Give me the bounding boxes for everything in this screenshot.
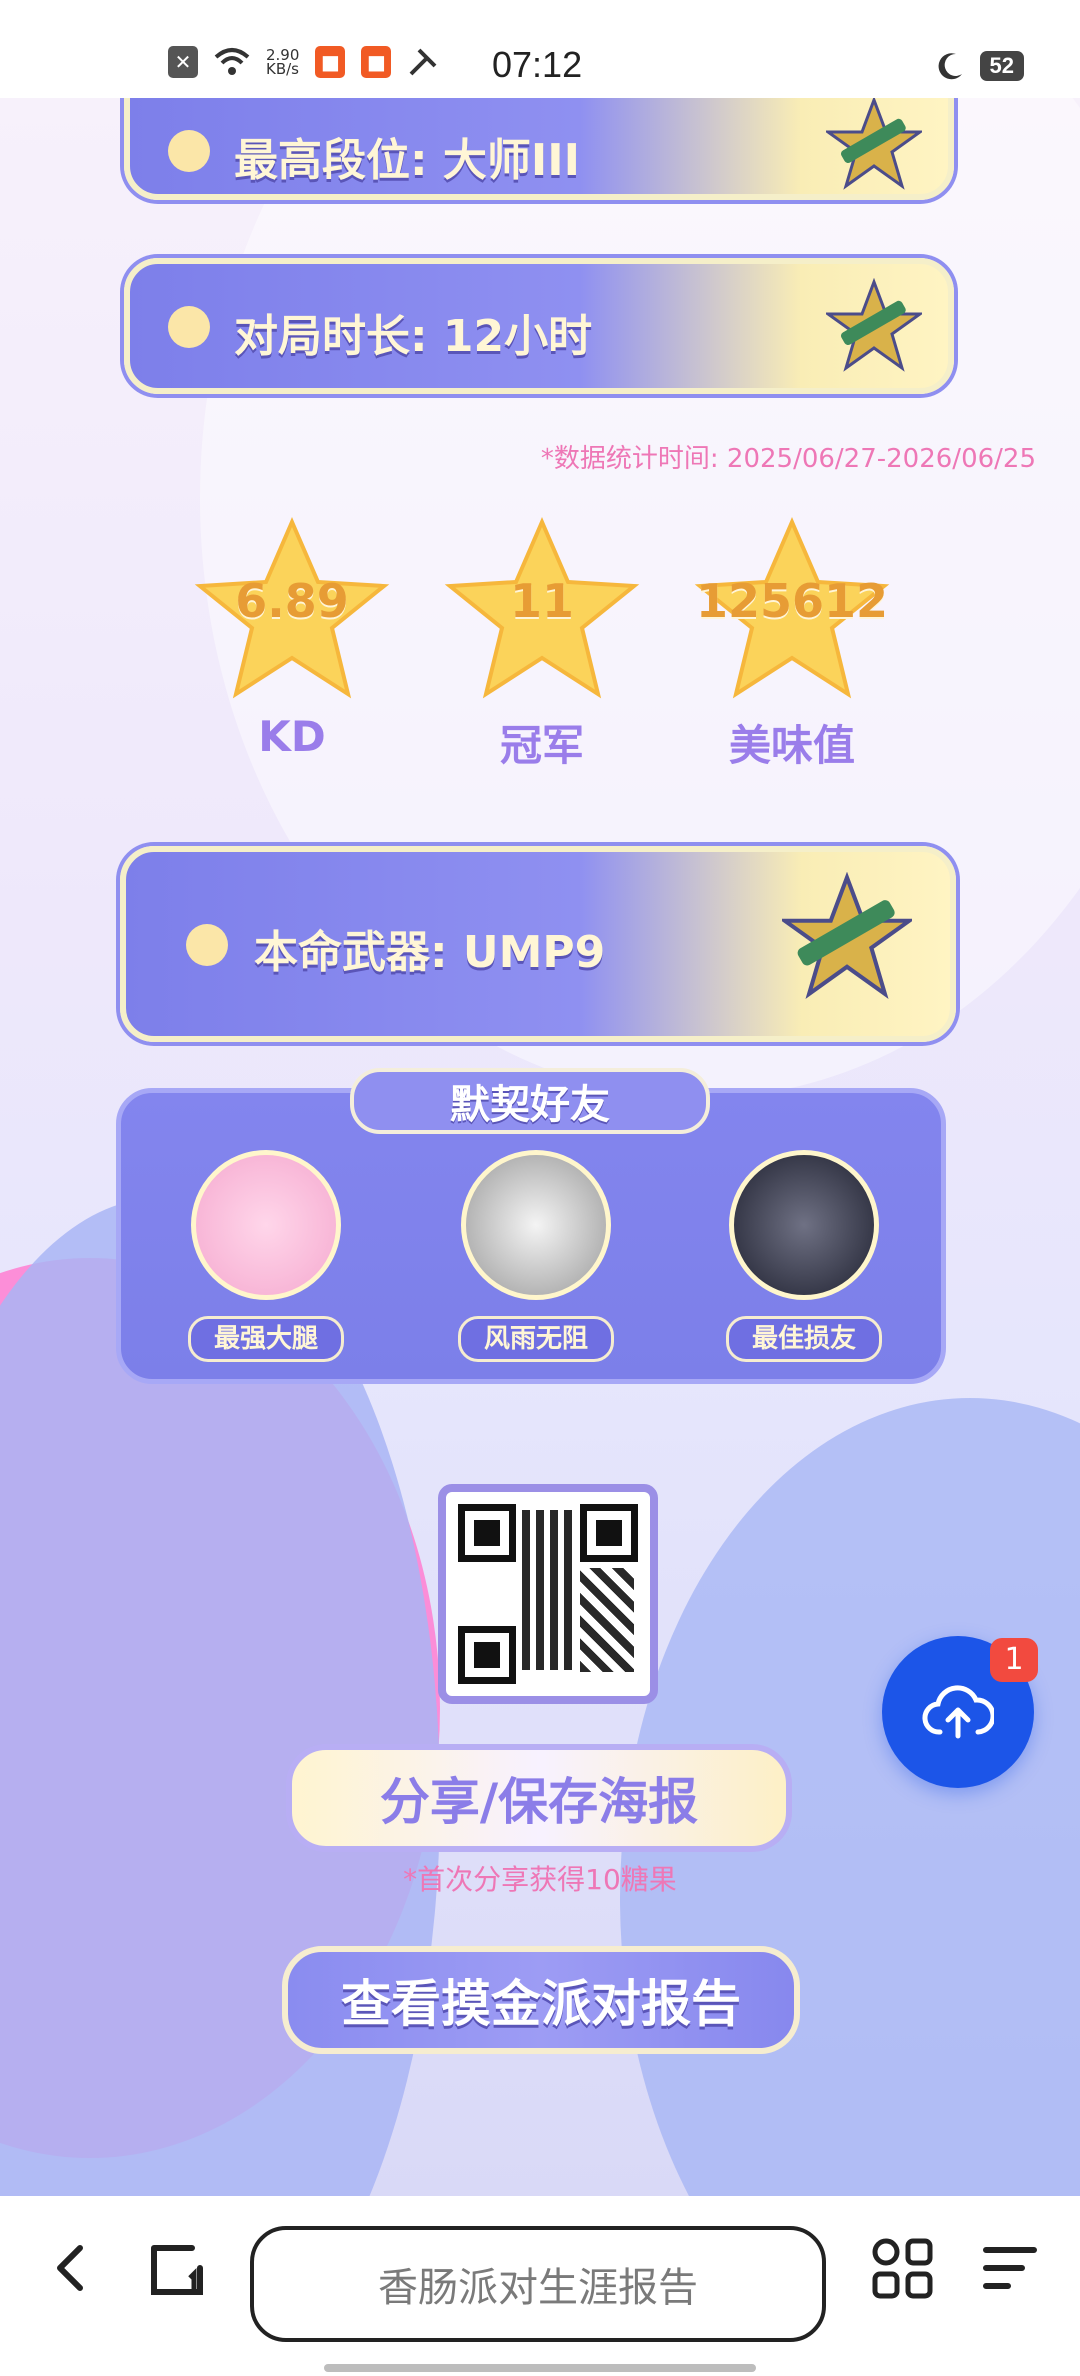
notification-badge: 1	[990, 1638, 1038, 1682]
cloud-upload-button[interactable]: 1	[882, 1636, 1038, 1788]
status-icons-right: 52	[934, 50, 1024, 82]
report-button-label: 查看摸金派对报告	[341, 1975, 741, 2033]
qr-code	[438, 1484, 658, 1704]
apps-grid-icon[interactable]	[870, 2236, 934, 2300]
network-speed: 2.90 KB/s	[266, 48, 299, 78]
friend-item[interactable]: 最强大腿	[176, 1150, 356, 1362]
share-button-label: 分享/保存海报	[379, 1773, 699, 1831]
report-content[interactable]: 最高段位: 大师III 对局时长: 12小时 *数据统计时间: 2025/06/…	[0, 98, 1080, 2196]
weapon-badge-icon	[826, 98, 922, 190]
network-speed-unit: KB/s	[266, 60, 299, 78]
home-indicator[interactable]	[324, 2364, 756, 2372]
browser-bottom-bar: 香肠派对生涯报告	[0, 2196, 1080, 2376]
weapon-card: 本命武器: UMP9	[120, 846, 956, 1042]
stat-label: KD	[258, 712, 326, 761]
tools-icon	[409, 48, 437, 76]
friends-title-text: 默契好友	[450, 1082, 610, 1128]
duration-label: 对局时长: 12小时	[234, 311, 593, 362]
share-save-poster-button[interactable]: 分享/保存海报	[286, 1744, 792, 1852]
battery-indicator: 52	[979, 51, 1024, 81]
status-icons-left: ✕ 2.90 KB/s ■ ■	[168, 46, 439, 78]
weapon-badge-icon	[826, 278, 922, 372]
bullet-dot	[168, 306, 210, 348]
stat-label: 冠军	[499, 721, 584, 770]
url-bar[interactable]: 香肠派对生涯报告	[250, 2226, 826, 2342]
stat-kd: 6.89 KD	[192, 516, 392, 761]
weapon-badge-icon	[782, 872, 912, 999]
weapon-label: 本命武器: UMP9	[254, 927, 606, 978]
friends-title: 默契好友	[350, 1068, 710, 1134]
stat-champion: 11 冠军	[442, 516, 642, 773]
menu-icon[interactable]	[982, 2240, 1038, 2296]
share-reward-note: *首次分享获得10糖果	[403, 1863, 677, 1896]
rank-label: 最高段位: 大师III	[234, 135, 581, 186]
stat-label: 美味值	[728, 721, 855, 770]
url-bar-text: 香肠派对生涯报告	[378, 2265, 698, 2311]
qr-pattern	[522, 1510, 576, 1670]
avatar[interactable]	[191, 1150, 341, 1300]
qr-pattern	[580, 1568, 634, 1672]
stats-period-note: *数据统计时间: 2025/06/27-2026/06/25	[540, 444, 1036, 474]
duration-card: 对局时长: 12小时	[124, 258, 954, 394]
stat-value: 6.89	[235, 574, 349, 628]
friend-item[interactable]: 风雨无阻	[446, 1150, 626, 1362]
friend-item[interactable]: 最佳损友	[714, 1150, 894, 1362]
rank-card: 最高段位: 大师III	[124, 98, 954, 200]
bullet-dot	[186, 924, 228, 966]
app-icon: ■	[361, 46, 392, 78]
view-report-button[interactable]: 查看摸金派对报告	[282, 1946, 800, 2054]
bullet-dot	[168, 130, 210, 172]
avatar[interactable]	[461, 1150, 611, 1300]
stat-value: 125612	[695, 574, 889, 628]
status-bar: ✕ 2.90 KB/s ■ ■ 07:12 52	[0, 0, 1080, 98]
qr-finder	[580, 1504, 638, 1562]
friend-tag: 最佳损友	[726, 1316, 882, 1362]
qr-finder	[458, 1504, 516, 1562]
stat-tasty: 125612 美味值	[692, 516, 892, 773]
stat-value: 11	[509, 574, 574, 628]
cloud-upload-icon	[922, 1685, 994, 1739]
back-icon[interactable]	[42, 2238, 102, 2298]
qr-finder	[458, 1626, 516, 1684]
moon-icon	[938, 53, 962, 80]
avatar[interactable]	[729, 1150, 879, 1300]
app-icon: ■	[315, 46, 346, 78]
friend-tag: 风雨无阻	[458, 1316, 614, 1362]
close-notification-icon: ✕	[168, 46, 198, 78]
wifi-icon	[214, 48, 250, 75]
friend-tag: 最强大腿	[188, 1316, 344, 1362]
tabs-icon[interactable]	[146, 2238, 208, 2300]
clock: 07:12	[492, 44, 583, 85]
